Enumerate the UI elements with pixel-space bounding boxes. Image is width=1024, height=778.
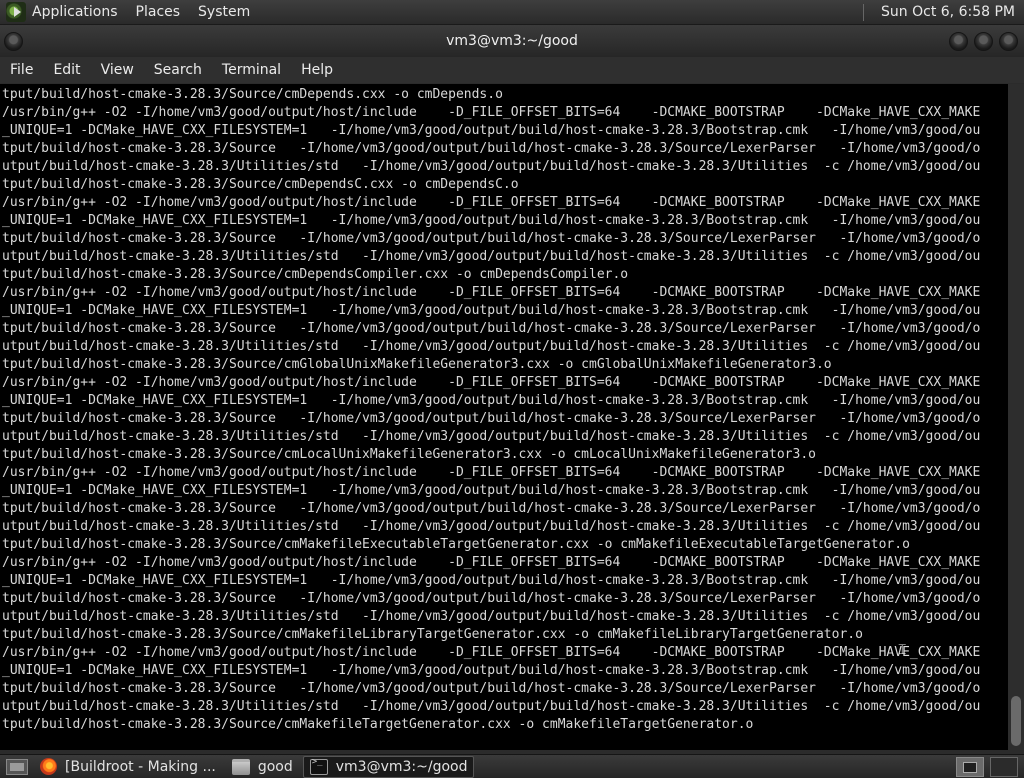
applications-icon <box>6 2 26 22</box>
menu-search[interactable]: Search <box>144 62 212 78</box>
applications-menu[interactable]: Applications <box>0 0 127 25</box>
terminal-line: tput/build/host-cmake-3.28.3/Source -I/h… <box>2 411 981 426</box>
taskbar-item-label: good <box>257 758 293 775</box>
panel-separator <box>863 3 865 21</box>
terminal-line: tput/build/host-cmake-3.28.3/Source -I/h… <box>2 321 981 336</box>
workspace-2[interactable] <box>990 756 1018 777</box>
menu-help[interactable]: Help <box>291 62 343 78</box>
close-button[interactable] <box>999 32 1018 51</box>
terminal-line: tput/build/host-cmake-3.28.3/Source/cmMa… <box>2 627 863 642</box>
taskbar-item-terminal[interactable]: vm3@vm3:~/good <box>302 755 475 778</box>
terminal-line: tput/build/host-cmake-3.28.3/Source/cmDe… <box>2 87 503 102</box>
terminal-line: _UNIQUE=1 -DCMake_HAVE_CXX_FILESYSTEM=1 … <box>2 303 981 318</box>
terminal-line: /usr/bin/g++ -O2 -I/home/vm3/good/output… <box>2 195 981 210</box>
terminal-line: tput/build/host-cmake-3.28.3/Source/cmLo… <box>2 447 816 462</box>
terminal-line: tput/build/host-cmake-3.28.3/Source -I/h… <box>2 231 981 246</box>
terminal-line: tput/build/host-cmake-3.28.3/Source -I/h… <box>2 501 981 516</box>
window-title: vm3@vm3:~/good <box>446 33 578 49</box>
menu-file[interactable]: File <box>0 62 43 78</box>
terminal-line: /usr/bin/g++ -O2 -I/home/vm3/good/output… <box>2 105 981 120</box>
menu-view[interactable]: View <box>91 62 144 78</box>
window-menu-button[interactable] <box>4 32 23 51</box>
taskbar-item-folder[interactable]: good <box>226 756 299 778</box>
terminal-line: tput/build/host-cmake-3.28.3/Source/cmDe… <box>2 267 629 282</box>
terminal-line: utput/build/host-cmake-3.28.3/Utilities/… <box>2 519 981 534</box>
terminal-line: /usr/bin/g++ -O2 -I/home/vm3/good/output… <box>2 645 981 660</box>
terminal-line: _UNIQUE=1 -DCMake_HAVE_CXX_FILESYSTEM=1 … <box>2 483 981 498</box>
system-menu[interactable]: System <box>189 0 259 25</box>
terminal-line: tput/build/host-cmake-3.28.3/Source/cmGl… <box>2 357 832 372</box>
clock[interactable]: Sun Oct 6, 6:58 PM <box>872 0 1024 25</box>
terminal-line: utput/build/host-cmake-3.28.3/Utilities/… <box>2 339 981 354</box>
terminal-line: tput/build/host-cmake-3.28.3/Source -I/h… <box>2 141 981 156</box>
terminal-menubar: File Edit View Search Terminal Help <box>0 57 1024 83</box>
workspace-1[interactable] <box>956 756 984 777</box>
terminal-output[interactable]: tput/build/host-cmake-3.28.3/Source/cmDe… <box>0 84 1008 750</box>
terminal-line: tput/build/host-cmake-3.28.3/Source -I/h… <box>2 681 981 696</box>
terminal-line: /usr/bin/g++ -O2 -I/home/vm3/good/output… <box>2 465 981 480</box>
terminal-line: tput/build/host-cmake-3.28.3/Source/cmDe… <box>2 177 519 192</box>
terminal-icon <box>309 757 328 775</box>
bottom-taskbar: [Buildroot - Making ... good vm3@vm3:~/g… <box>0 754 1024 778</box>
terminal-line: tput/build/host-cmake-3.28.3/Source -I/h… <box>2 591 981 606</box>
mouse-ibeam-icon: ⌶ <box>898 642 907 658</box>
terminal-line: _UNIQUE=1 -DCMake_HAVE_CXX_FILESYSTEM=1 … <box>2 663 981 678</box>
terminal-line: utput/build/host-cmake-3.28.3/Utilities/… <box>2 159 981 174</box>
scrollbar-thumb[interactable] <box>1011 696 1021 746</box>
terminal-line: /usr/bin/g++ -O2 -I/home/vm3/good/output… <box>2 555 981 570</box>
window-titlebar[interactable]: vm3@vm3:~/good <box>0 25 1024 57</box>
minimize-button[interactable] <box>949 32 968 51</box>
places-menu[interactable]: Places <box>127 0 190 25</box>
terminal-line: /usr/bin/g++ -O2 -I/home/vm3/good/output… <box>2 285 981 300</box>
taskbar-item-label: vm3@vm3:~/good <box>335 758 468 775</box>
firefox-icon <box>40 758 57 775</box>
menu-edit[interactable]: Edit <box>43 62 90 78</box>
terminal-line: utput/build/host-cmake-3.28.3/Utilities/… <box>2 609 981 624</box>
terminal-line: _UNIQUE=1 -DCMake_HAVE_CXX_FILESYSTEM=1 … <box>2 213 981 228</box>
terminal-line: utput/build/host-cmake-3.28.3/Utilities/… <box>2 249 981 264</box>
taskbar-item-label: [Buildroot - Making ... <box>65 758 216 775</box>
menu-terminal[interactable]: Terminal <box>212 62 291 78</box>
terminal-line: utput/build/host-cmake-3.28.3/Utilities/… <box>2 699 981 714</box>
terminal-line: _UNIQUE=1 -DCMake_HAVE_CXX_FILESYSTEM=1 … <box>2 573 981 588</box>
terminal-line: tput/build/host-cmake-3.28.3/Source/cmMa… <box>2 537 910 552</box>
taskbar-item-firefox[interactable]: [Buildroot - Making ... <box>34 756 222 778</box>
maximize-button[interactable] <box>974 32 993 51</box>
terminal-line: _UNIQUE=1 -DCMake_HAVE_CXX_FILESYSTEM=1 … <box>2 393 981 408</box>
top-panel: Applications Places System Sun Oct 6, 6:… <box>0 0 1024 25</box>
terminal-scrollbar[interactable] <box>1008 84 1024 750</box>
applications-menu-label: Applications <box>32 4 118 20</box>
terminal-line: tput/build/host-cmake-3.28.3/Source/cmMa… <box>2 717 754 732</box>
folder-icon <box>231 758 250 775</box>
terminal-line: utput/build/host-cmake-3.28.3/Utilities/… <box>2 429 981 444</box>
show-desktop-icon[interactable] <box>6 758 28 775</box>
terminal-line: /usr/bin/g++ -O2 -I/home/vm3/good/output… <box>2 375 981 390</box>
terminal-line: _UNIQUE=1 -DCMake_HAVE_CXX_FILESYSTEM=1 … <box>2 123 981 138</box>
